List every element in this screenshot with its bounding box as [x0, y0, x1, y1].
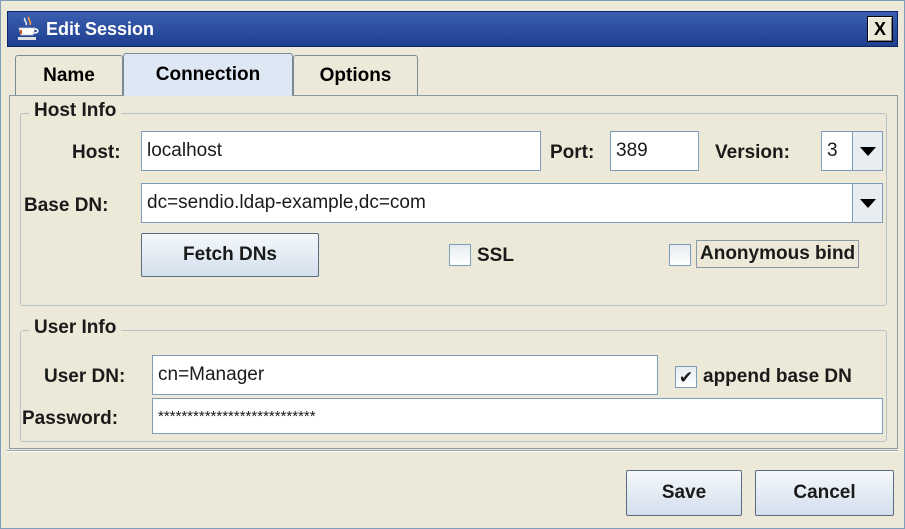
- append-base-dn-label: append base DN: [703, 366, 852, 387]
- anonymous-bind-checkbox[interactable]: [669, 244, 691, 266]
- connection-panel: Host Info Host: localhost Port: 389 Vers…: [9, 95, 898, 449]
- chevron-down-icon[interactable]: [852, 184, 882, 222]
- title-bar[interactable]: Edit Session X: [7, 11, 898, 47]
- close-icon: X: [873, 19, 886, 39]
- cancel-button[interactable]: Cancel: [755, 470, 894, 516]
- chevron-down-icon[interactable]: [852, 132, 882, 170]
- edit-session-dialog: Edit Session X Name Connection Options H…: [0, 0, 905, 529]
- check-icon: ✔: [678, 367, 694, 387]
- ssl-checkbox[interactable]: [449, 244, 471, 266]
- tab-options[interactable]: Options: [293, 55, 418, 95]
- window-title: Edit Session: [46, 19, 155, 39]
- host-info-group: Host Info Host: localhost Port: 389 Vers…: [20, 100, 887, 306]
- user-dn-input[interactable]: cn=Manager: [152, 355, 658, 395]
- tab-name[interactable]: Name: [15, 55, 123, 95]
- fetch-dns-button[interactable]: Fetch DNs: [141, 233, 319, 277]
- port-label: Port:: [550, 142, 595, 163]
- host-info-legend: Host Info: [29, 100, 122, 122]
- ssl-label: SSL: [477, 245, 514, 266]
- footer-separator: [7, 450, 898, 452]
- port-input[interactable]: 389: [610, 131, 699, 171]
- tab-connection[interactable]: Connection: [123, 53, 293, 96]
- user-dn-label: User DN:: [44, 366, 126, 387]
- save-button[interactable]: Save: [626, 470, 742, 516]
- java-cup-icon: [18, 16, 39, 40]
- version-select[interactable]: 3: [821, 131, 883, 171]
- base-dn-label: Base DN:: [24, 195, 109, 216]
- anonymous-bind-label: Anonymous bind: [696, 240, 860, 268]
- user-info-legend: User Info: [29, 317, 122, 339]
- version-label: Version:: [715, 142, 790, 163]
- password-label: Password:: [22, 408, 119, 429]
- host-label: Host:: [72, 142, 121, 163]
- base-dn-combo[interactable]: dc=sendio.ldap-example,dc=com: [141, 183, 883, 223]
- password-input[interactable]: ***************************: [152, 398, 883, 434]
- append-base-dn-checkbox[interactable]: ✔: [675, 366, 697, 388]
- host-input[interactable]: localhost: [141, 131, 541, 171]
- close-button[interactable]: X: [867, 16, 893, 42]
- user-info-group: User Info User DN: cn=Manager ✔ append b…: [20, 317, 887, 442]
